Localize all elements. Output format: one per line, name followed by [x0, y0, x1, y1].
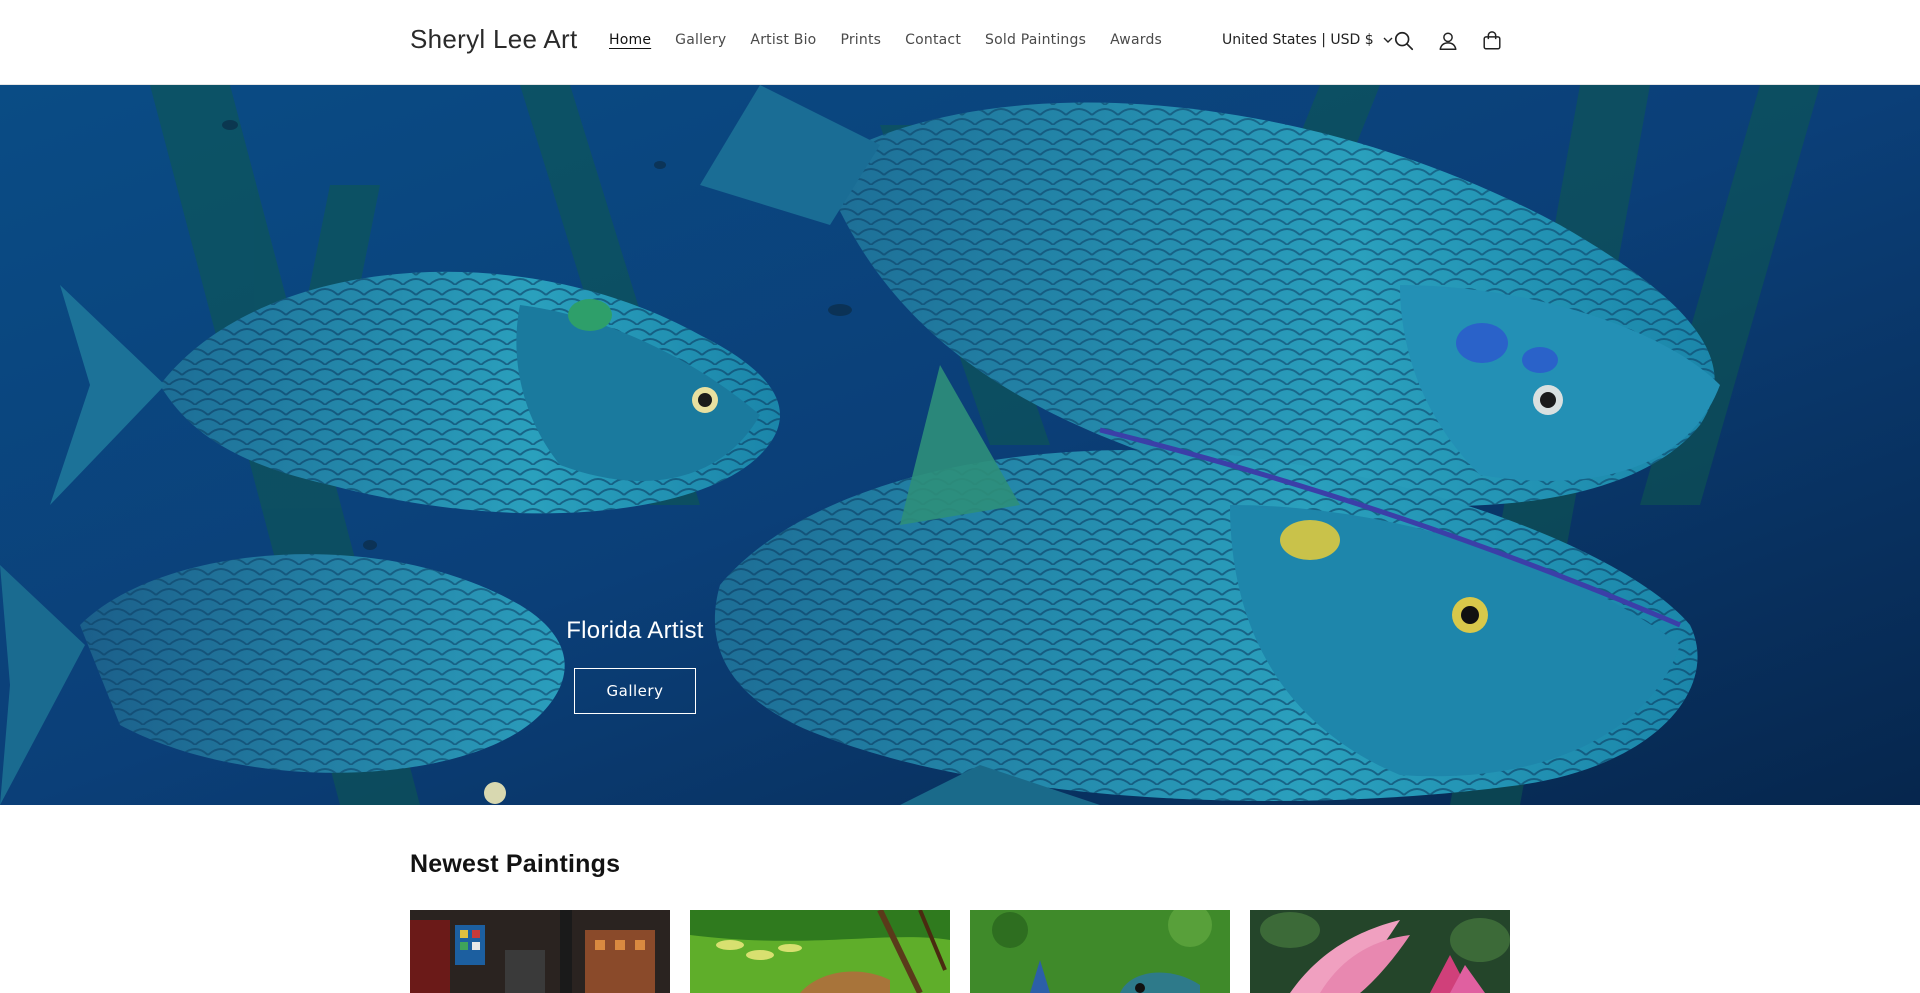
painting-thumbnail-city [410, 910, 670, 993]
nav-home[interactable]: Home [609, 32, 651, 48]
nav-artist-bio[interactable]: Artist Bio [750, 32, 816, 48]
nav-awards[interactable]: Awards [1110, 32, 1162, 48]
hero-painting-image [0, 85, 1920, 805]
hero-gallery-button[interactable]: Gallery [574, 668, 696, 714]
country-currency-selector[interactable]: United States | USD $ [1222, 32, 1394, 48]
painting-card[interactable] [410, 910, 670, 993]
painting-card[interactable] [970, 910, 1230, 993]
painting-card[interactable] [1250, 910, 1510, 993]
cart-icon[interactable] [1479, 28, 1505, 54]
nav-sold-paintings[interactable]: Sold Paintings [985, 32, 1086, 48]
main-nav: Home Gallery Artist Bio Prints Contact S… [609, 32, 1186, 48]
site-header: Sheryl Lee Art Home Gallery Artist Bio P… [0, 0, 1920, 85]
hero-banner: Florida Artist Gallery [0, 85, 1920, 805]
newest-paintings-grid [410, 910, 1510, 993]
site-logo[interactable]: Sheryl Lee Art [410, 24, 578, 55]
painting-thumbnail-bird [970, 910, 1230, 993]
account-icon[interactable] [1435, 28, 1461, 54]
search-icon[interactable] [1391, 28, 1417, 54]
nav-contact[interactable]: Contact [905, 32, 961, 48]
newest-paintings-heading: Newest Paintings [410, 850, 621, 878]
hero-title: Florida Artist [566, 617, 704, 644]
nav-prints[interactable]: Prints [840, 32, 881, 48]
painting-thumbnail-fish-green [690, 910, 950, 993]
painting-thumbnail-flower [1250, 910, 1510, 993]
painting-card[interactable] [690, 910, 950, 993]
locale-label: United States | USD $ [1222, 32, 1374, 48]
nav-gallery[interactable]: Gallery [675, 32, 726, 48]
